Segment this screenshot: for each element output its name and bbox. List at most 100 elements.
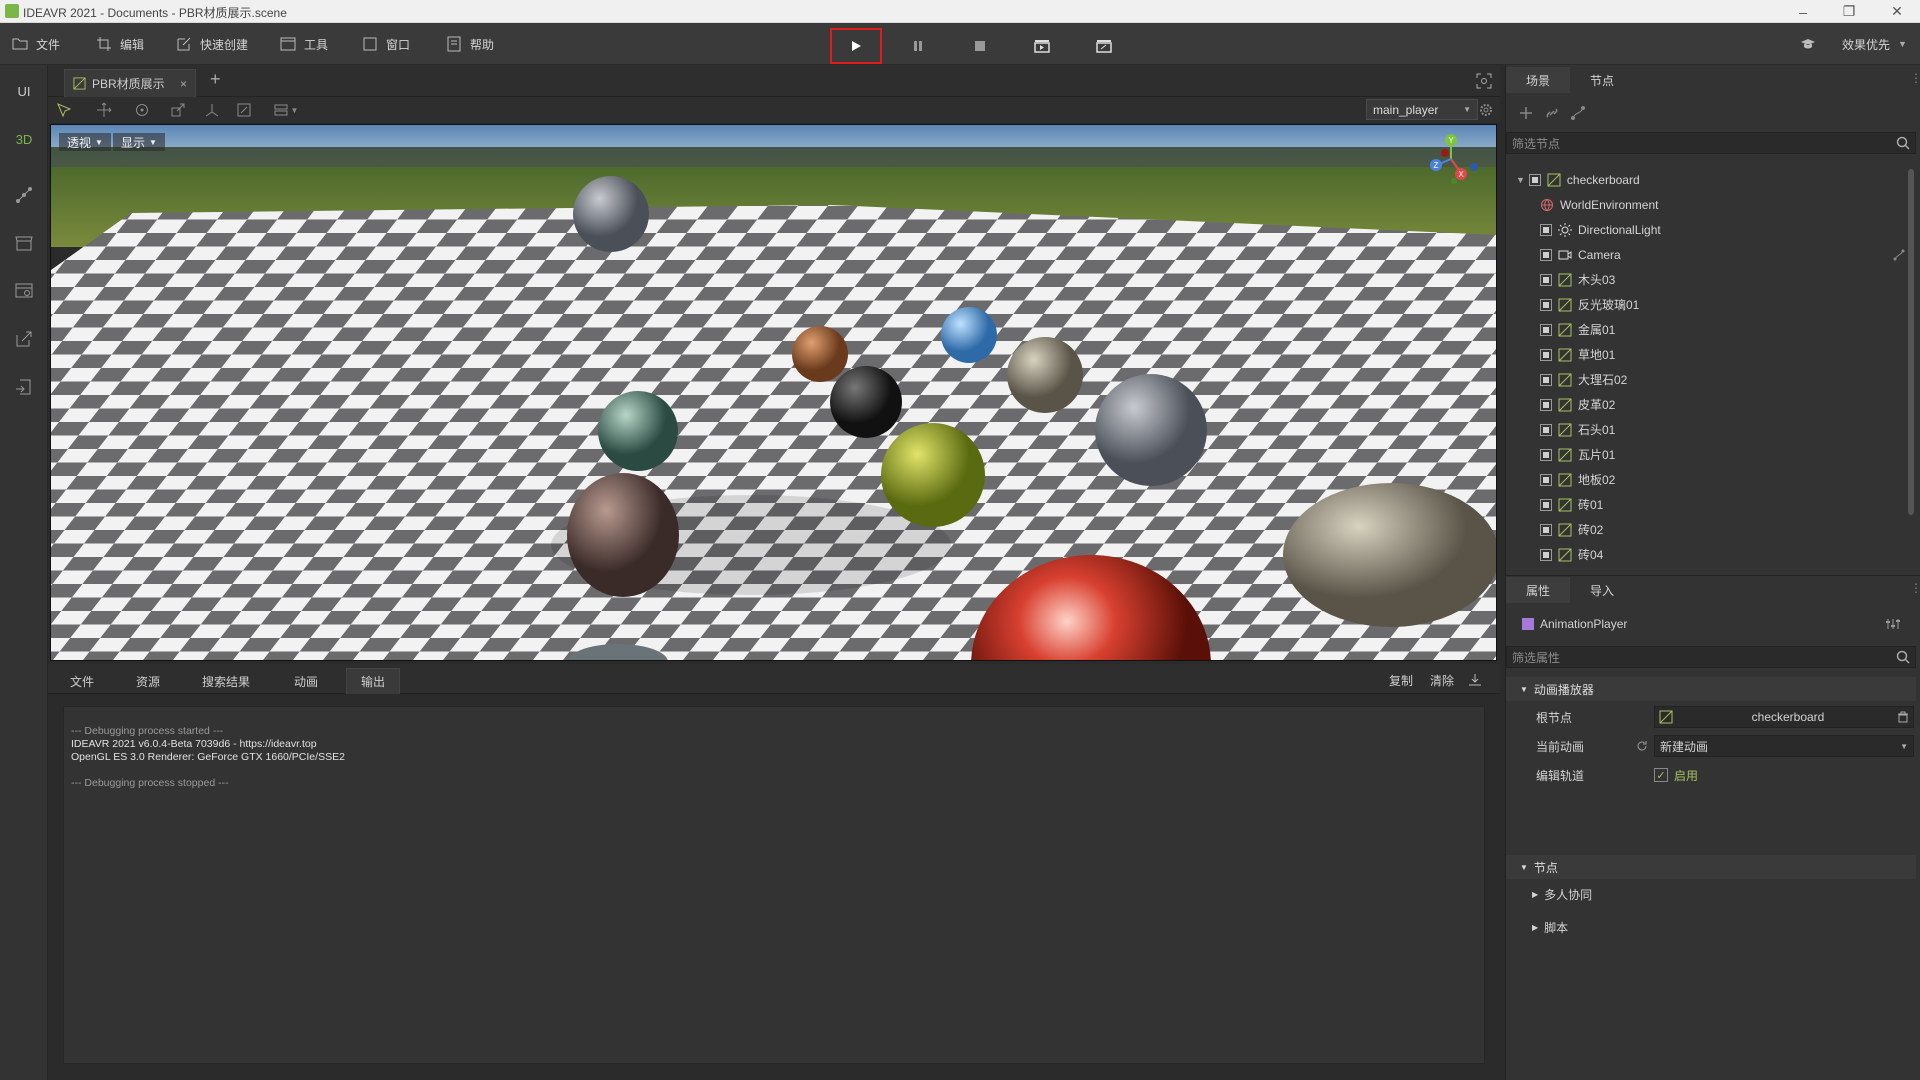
tree-item[interactable]: 反光玻璃01: [1506, 292, 1906, 317]
sphere-glass01[interactable]: [941, 307, 997, 363]
visibility-icon[interactable]: [1540, 473, 1552, 486]
settings-panel-button[interactable]: [0, 271, 48, 311]
tree-item[interactable]: 大理石02: [1506, 367, 1906, 392]
visibility-icon[interactable]: [1540, 398, 1552, 411]
perspective-dropdown[interactable]: 透视 ▼: [59, 133, 111, 151]
subsection-multiplayer[interactable]: ▶ 多人协同: [1506, 880, 1916, 908]
tree-item[interactable]: WorldEnvironment: [1506, 192, 1906, 217]
close-window-icon[interactable]: ✕: [1874, 0, 1920, 23]
sphere-metal01[interactable]: [792, 326, 848, 382]
display-dropdown[interactable]: 显示 ▼: [113, 133, 165, 151]
pivot-tool-icon[interactable]: [202, 100, 222, 120]
tab-scene-tree[interactable]: 场景: [1506, 67, 1571, 93]
sphere-marble02[interactable]: [1007, 337, 1083, 413]
learn-button[interactable]: [1800, 23, 1816, 65]
play-custom-scene-button[interactable]: [1078, 28, 1130, 64]
tree-item[interactable]: 皮革02: [1506, 392, 1906, 417]
visibility-icon[interactable]: [1540, 423, 1552, 436]
select-tool-icon[interactable]: [54, 100, 74, 120]
visibility-icon[interactable]: [1540, 548, 1552, 561]
sphere-leather02[interactable]: [567, 473, 679, 597]
tab-properties[interactable]: 属性: [1506, 577, 1571, 603]
move-tool-icon[interactable]: [94, 100, 114, 120]
fullscreen-icon[interactable]: [1476, 73, 1492, 92]
mode-ui-button[interactable]: UI: [0, 71, 48, 111]
edit-track-checkbox[interactable]: ✓: [1654, 768, 1668, 782]
clear-button[interactable]: 清除: [1430, 670, 1454, 690]
link-icon[interactable]: [1544, 105, 1560, 124]
prop-filter-input[interactable]: 筛选属性: [1506, 646, 1916, 668]
output-console[interactable]: --- Debugging process started --- IDEAVR…: [63, 706, 1485, 1064]
visibility-icon[interactable]: [1540, 323, 1552, 336]
play-button[interactable]: [830, 28, 882, 64]
current-animation-select[interactable]: 新建动画 ▼: [1654, 735, 1914, 757]
download-icon[interactable]: [1468, 670, 1482, 690]
play-scene-button[interactable]: [1016, 28, 1068, 64]
copy-button[interactable]: 复制: [1389, 670, 1413, 690]
visibility-icon[interactable]: [1540, 373, 1552, 386]
clear-field-icon[interactable]: [1897, 711, 1909, 723]
sphere-wood03[interactable]: [573, 176, 649, 252]
restore-icon[interactable]: ❐: [1826, 0, 1872, 23]
subsection-script[interactable]: ▶ 脚本: [1506, 913, 1916, 941]
visibility-icon[interactable]: [1540, 498, 1552, 511]
visibility-icon[interactable]: [1540, 248, 1552, 261]
section-node[interactable]: ▼ 节点: [1506, 855, 1916, 879]
menu-quick-create[interactable]: 快速创建: [176, 23, 248, 65]
tab-scene[interactable]: PBR材质展示 ×: [64, 69, 196, 97]
visibility-icon[interactable]: [1540, 523, 1552, 536]
tree-item[interactable]: DirectionalLight: [1506, 217, 1906, 242]
tree-item[interactable]: 瓦片01: [1506, 442, 1906, 467]
close-tab-icon[interactable]: ×: [180, 77, 187, 91]
visibility-icon[interactable]: [1540, 273, 1552, 286]
path-tool-button[interactable]: [0, 175, 48, 215]
mode-3d-button[interactable]: 3D: [0, 119, 48, 159]
scale-tool-icon[interactable]: [168, 100, 188, 120]
tree-item[interactable]: 草地01: [1506, 342, 1906, 367]
tree-item[interactable]: 石头01: [1506, 417, 1906, 442]
axis-gizmo[interactable]: Y X Z: [1411, 129, 1491, 189]
reload-icon[interactable]: [1636, 740, 1648, 752]
visibility-icon[interactable]: [1540, 223, 1552, 236]
sphere-floor02[interactable]: [1283, 483, 1497, 627]
script-link-icon[interactable]: [1892, 248, 1906, 262]
visibility-icon[interactable]: [1540, 348, 1552, 361]
menu-window[interactable]: 窗口: [362, 23, 410, 65]
snap-tool-icon[interactable]: [234, 100, 254, 120]
add-tab-icon[interactable]: +: [210, 69, 221, 90]
tree-item[interactable]: 地板02: [1506, 467, 1906, 492]
root-node-field[interactable]: checkerboard: [1654, 706, 1914, 728]
node-options-icon[interactable]: [1886, 617, 1902, 631]
tree-item[interactable]: 砖02: [1506, 517, 1906, 542]
export-button[interactable]: [0, 319, 48, 359]
stop-button[interactable]: [954, 28, 1006, 64]
visibility-icon[interactable]: [1540, 448, 1552, 461]
panel-menu-icon[interactable]: ⋮: [1910, 581, 1920, 595]
visibility-icon[interactable]: [1540, 298, 1552, 311]
quality-dropdown[interactable]: 效果优先 ▼: [1842, 23, 1907, 65]
instance-icon[interactable]: [1570, 105, 1586, 124]
tab-assets[interactable]: 资源: [122, 668, 174, 694]
tree-item[interactable]: Camera: [1506, 242, 1906, 267]
menu-tools[interactable]: 工具: [280, 23, 328, 65]
tab-search-results[interactable]: 搜索结果: [188, 668, 264, 694]
node-filter-input[interactable]: 筛选节点: [1506, 132, 1916, 154]
rotate-tool-icon[interactable]: [132, 100, 152, 120]
tree-item[interactable]: 木头03: [1506, 267, 1906, 292]
section-animation-player[interactable]: ▼ 动画播放器: [1506, 677, 1916, 701]
layout-dropdown[interactable]: ▼: [270, 100, 302, 120]
tab-nodes[interactable]: 节点: [1570, 67, 1634, 93]
tree-scrollbar[interactable]: [1908, 169, 1914, 515]
tree-root[interactable]: ▼ checkerboard: [1506, 167, 1906, 192]
minimize-icon[interactable]: –: [1780, 0, 1826, 23]
tree-item[interactable]: 金属01: [1506, 317, 1906, 342]
add-node-icon[interactable]: [1518, 105, 1534, 124]
tab-files[interactable]: 文件: [56, 668, 108, 694]
tree-item[interactable]: 砖04: [1506, 542, 1906, 567]
panel-menu-icon[interactable]: ⋮: [1910, 71, 1920, 85]
tree-item[interactable]: 砖01: [1506, 492, 1906, 517]
tab-import[interactable]: 导入: [1570, 577, 1634, 603]
menu-help[interactable]: 帮助: [446, 23, 494, 65]
sphere-stone01[interactable]: [598, 391, 678, 471]
tab-output[interactable]: 输出: [346, 668, 401, 694]
